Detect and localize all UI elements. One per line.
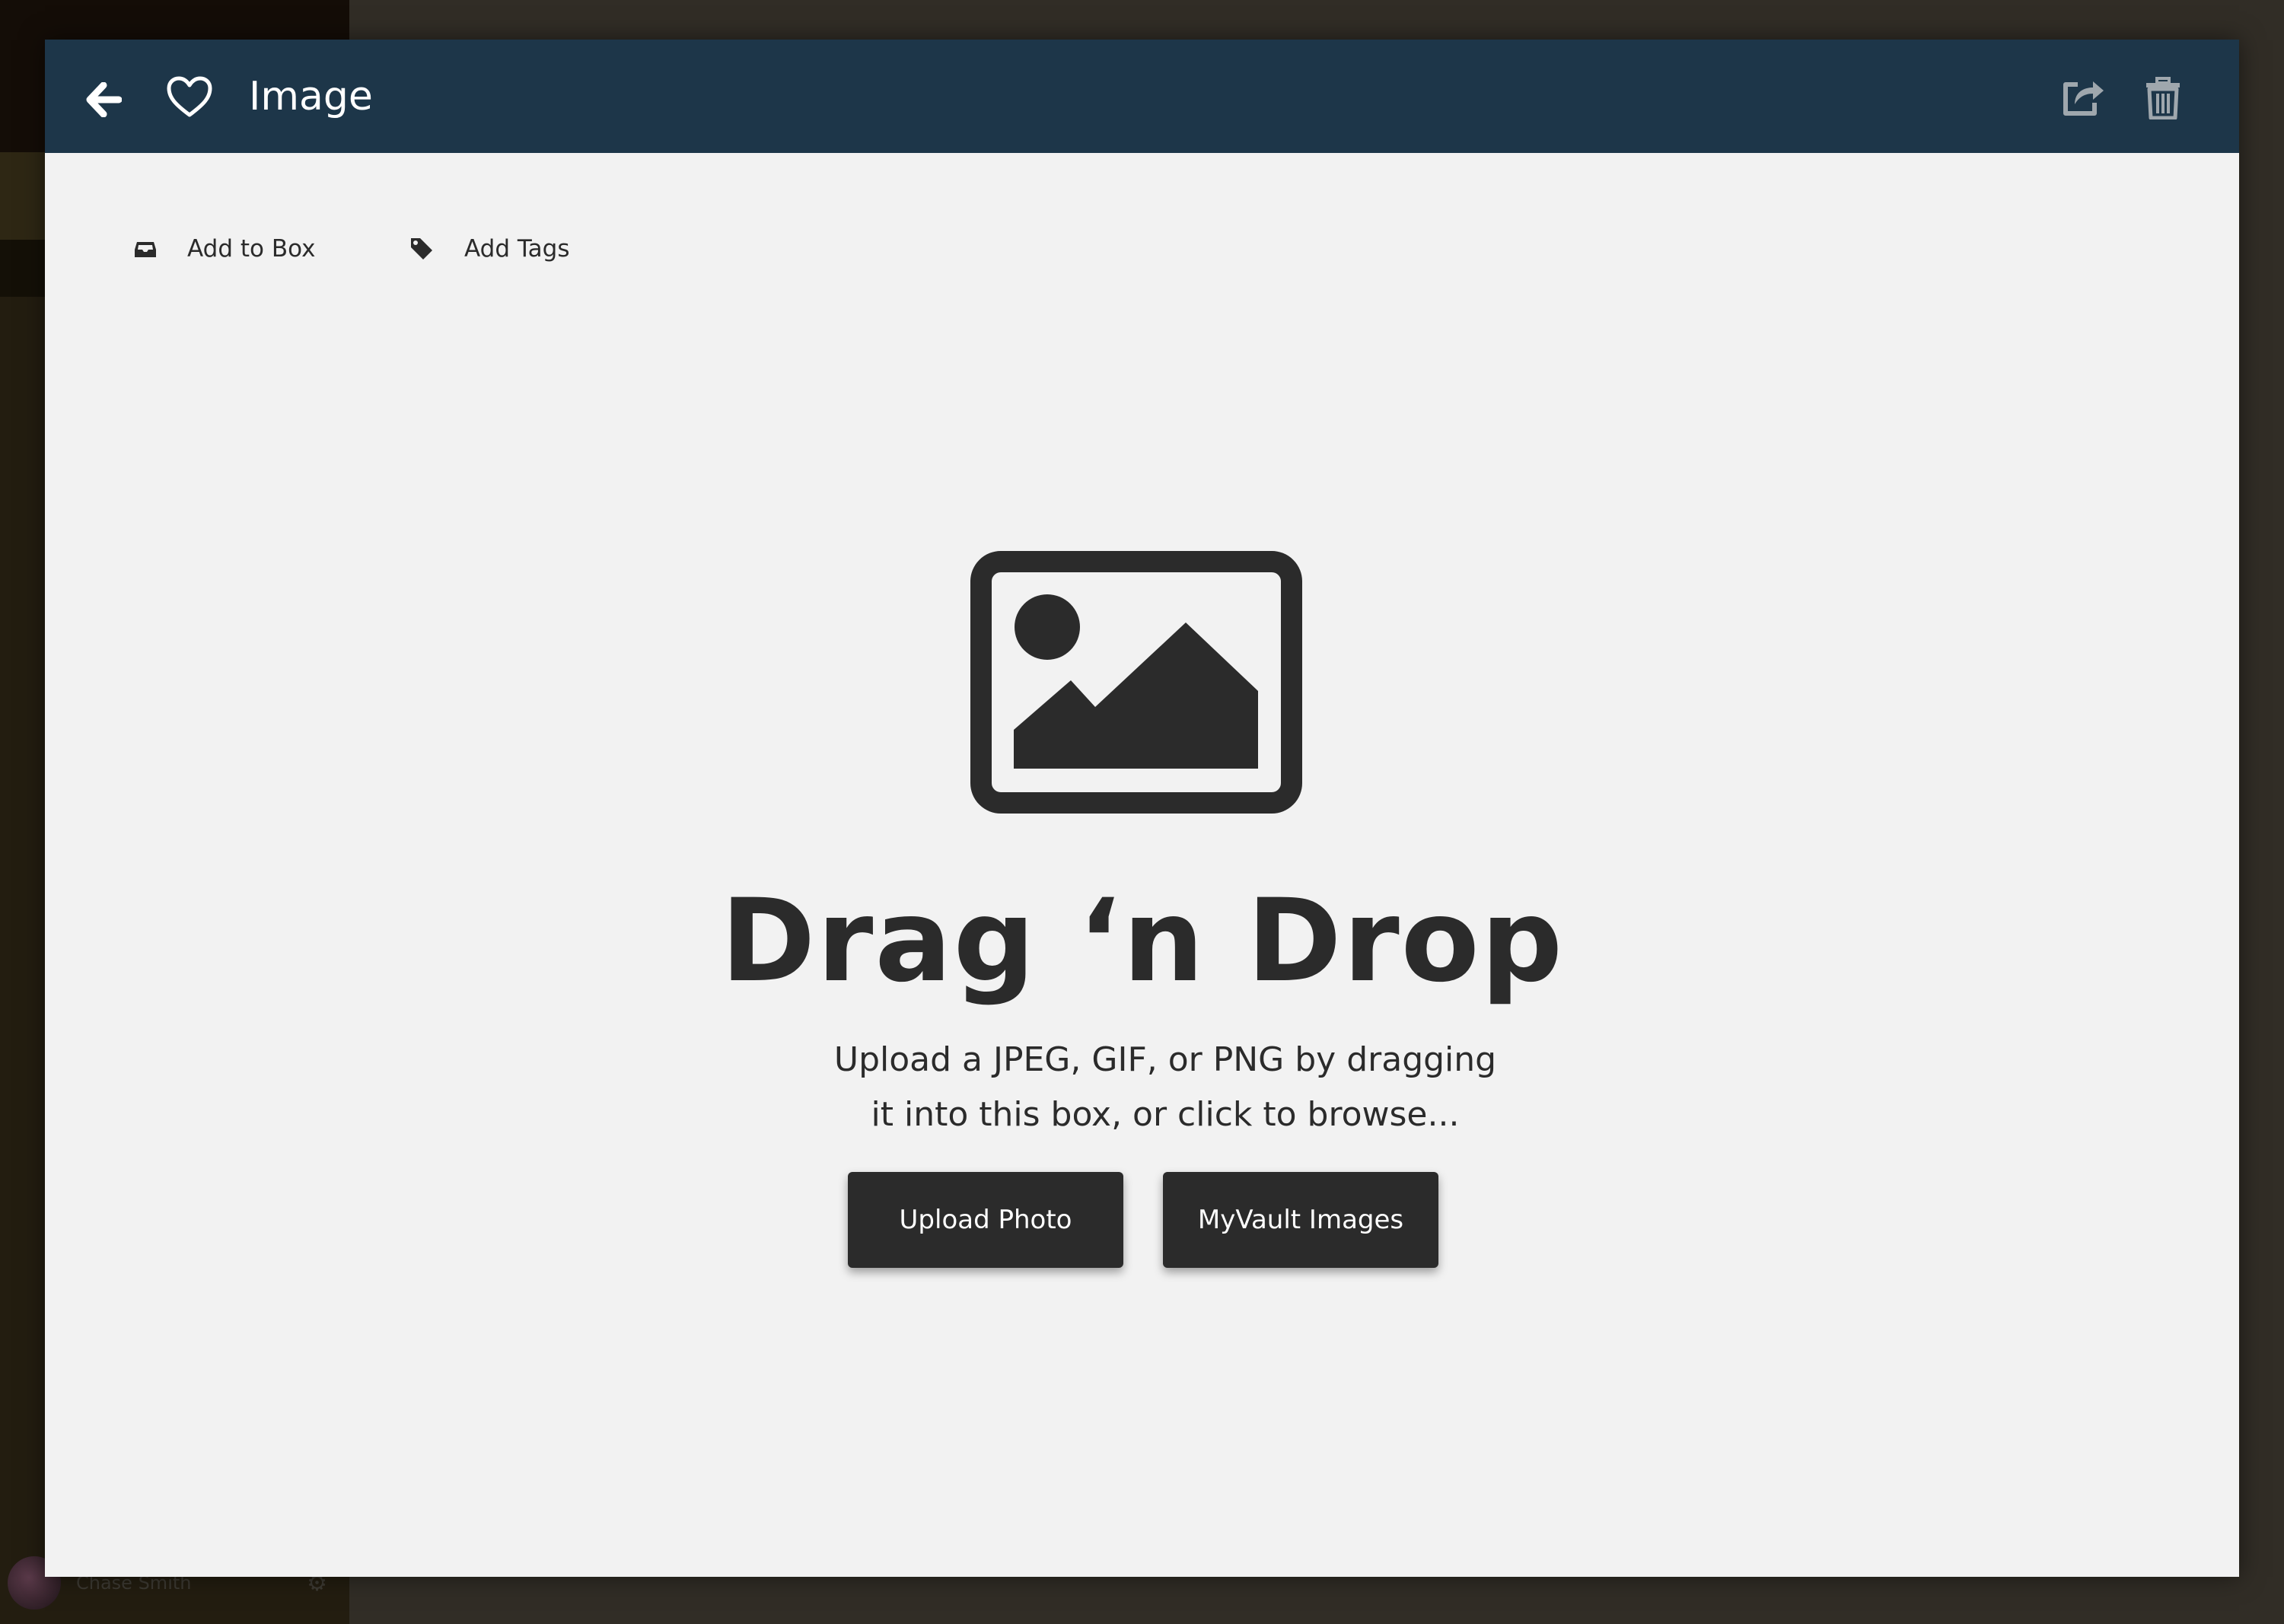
upload-photo-button[interactable]: Upload Photo — [848, 1172, 1123, 1268]
delete-button[interactable] — [2136, 70, 2190, 126]
image-placeholder-icon — [970, 551, 1302, 814]
modal-header: Image — [45, 40, 2239, 153]
image-modal: Image Add to Box Add Tags Drag ‘n Drop U… — [45, 40, 2239, 1577]
add-tags-button[interactable]: Add Tags — [409, 230, 570, 268]
back-button[interactable] — [77, 73, 130, 126]
drop-zone[interactable]: Drag ‘n Drop Upload a JPEG, GIF, or PNG … — [45, 496, 2239, 1371]
tag-icon — [411, 238, 432, 260]
heart-icon — [167, 76, 212, 117]
share-icon — [2063, 81, 2104, 116]
arrow-left-icon — [86, 82, 122, 117]
inbox-icon — [135, 242, 156, 257]
add-to-box-button[interactable]: Add to Box — [134, 230, 315, 268]
share-button[interactable] — [2054, 68, 2110, 125]
drop-zone-instructions-line1: Upload a JPEG, GIF, or PNG by dragging — [833, 1040, 1497, 1079]
drop-zone-heading: Drag ‘n Drop — [720, 875, 1565, 1008]
drop-zone-instructions-line2: it into this box, or click to browse... — [871, 1095, 1460, 1134]
drop-zone-instructions: Upload a JPEG, GIF, or PNG by dragging i… — [760, 1033, 1570, 1142]
add-to-box-label: Add to Box — [187, 235, 316, 263]
add-tags-label: Add Tags — [464, 235, 570, 263]
page-title: Image — [249, 74, 373, 119]
trash-icon — [2146, 77, 2180, 119]
favorite-button[interactable] — [163, 70, 216, 123]
myvault-images-button[interactable]: MyVault Images — [1163, 1172, 1438, 1268]
